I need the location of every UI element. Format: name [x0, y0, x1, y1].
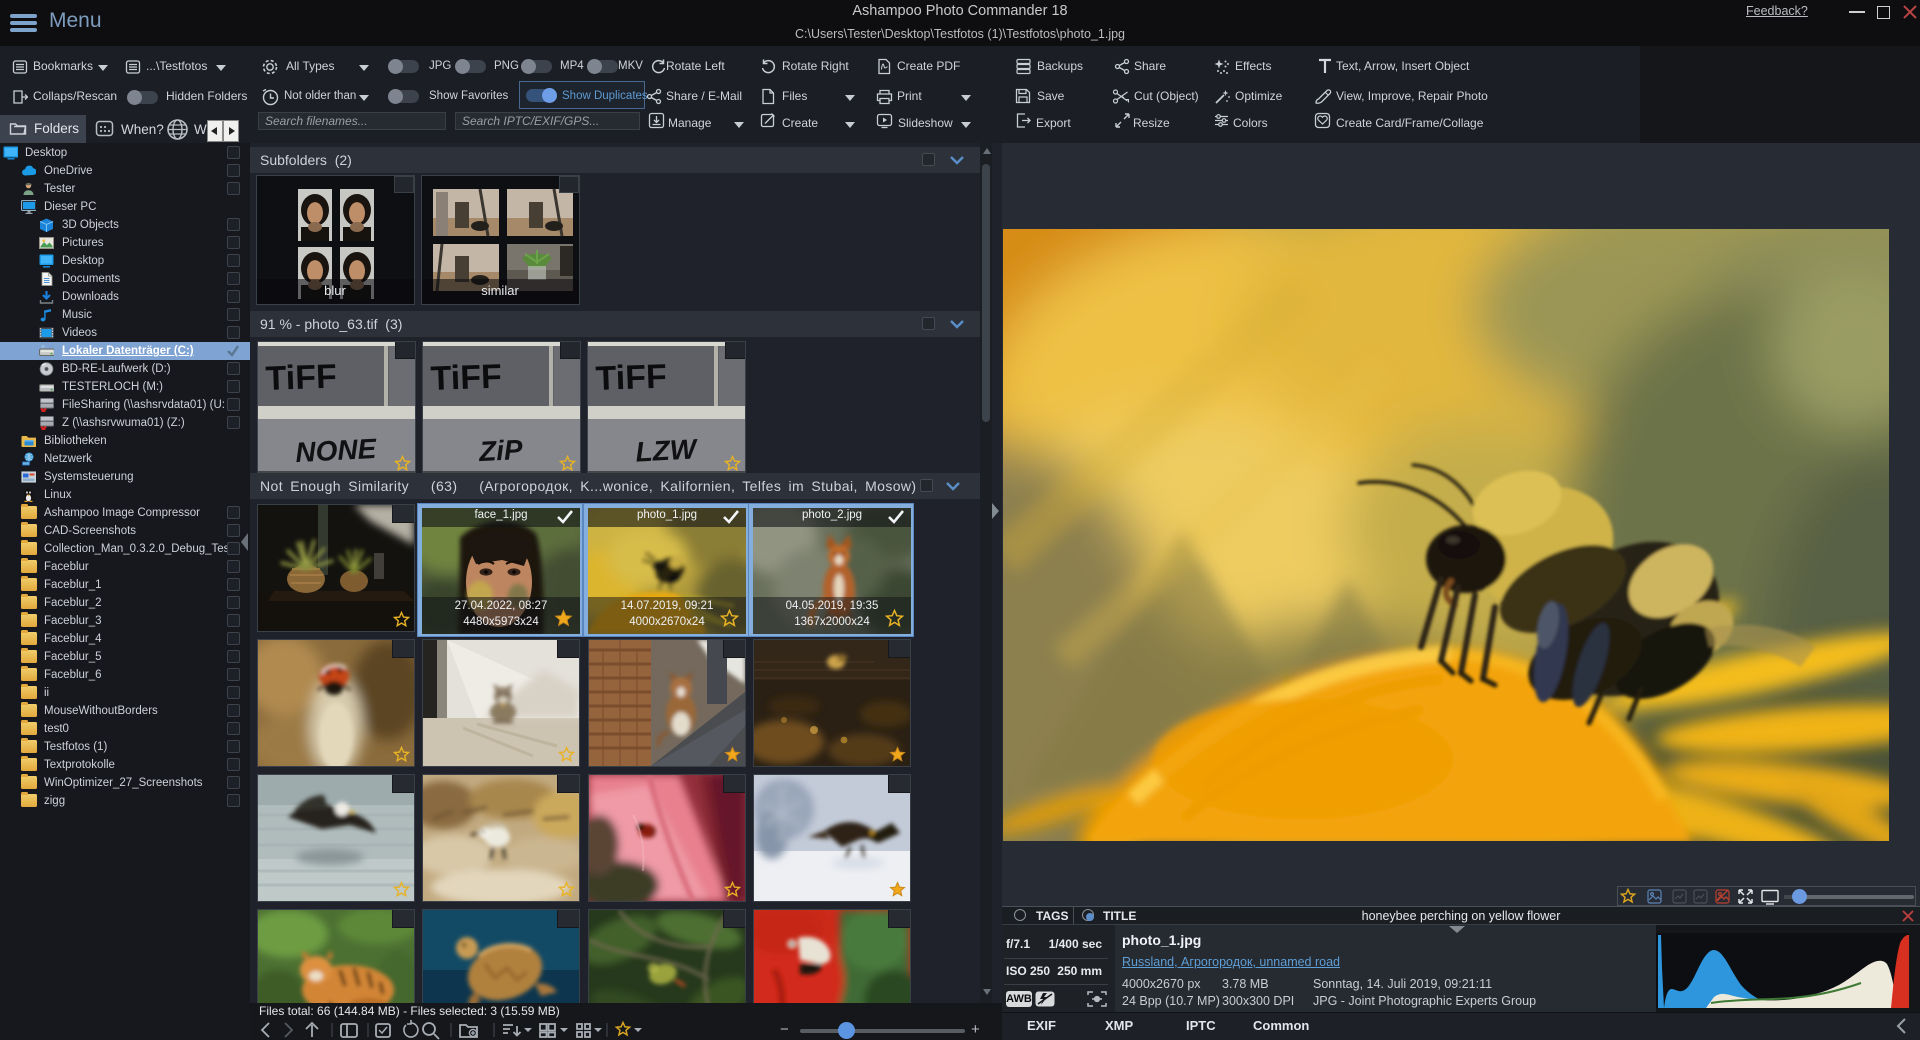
svg-text:ZiP: ZiP [477, 434, 523, 467]
svg-text:TiFF: TiFF [595, 358, 667, 398]
svg-text:TiFF: TiFF [265, 358, 337, 398]
svg-text:NONE: NONE [295, 433, 379, 468]
svg-text:similar: similar [481, 283, 519, 298]
svg-text:LZW: LZW [635, 433, 700, 467]
svg-text:blur: blur [324, 283, 346, 298]
svg-text:TiFF: TiFF [430, 358, 502, 398]
